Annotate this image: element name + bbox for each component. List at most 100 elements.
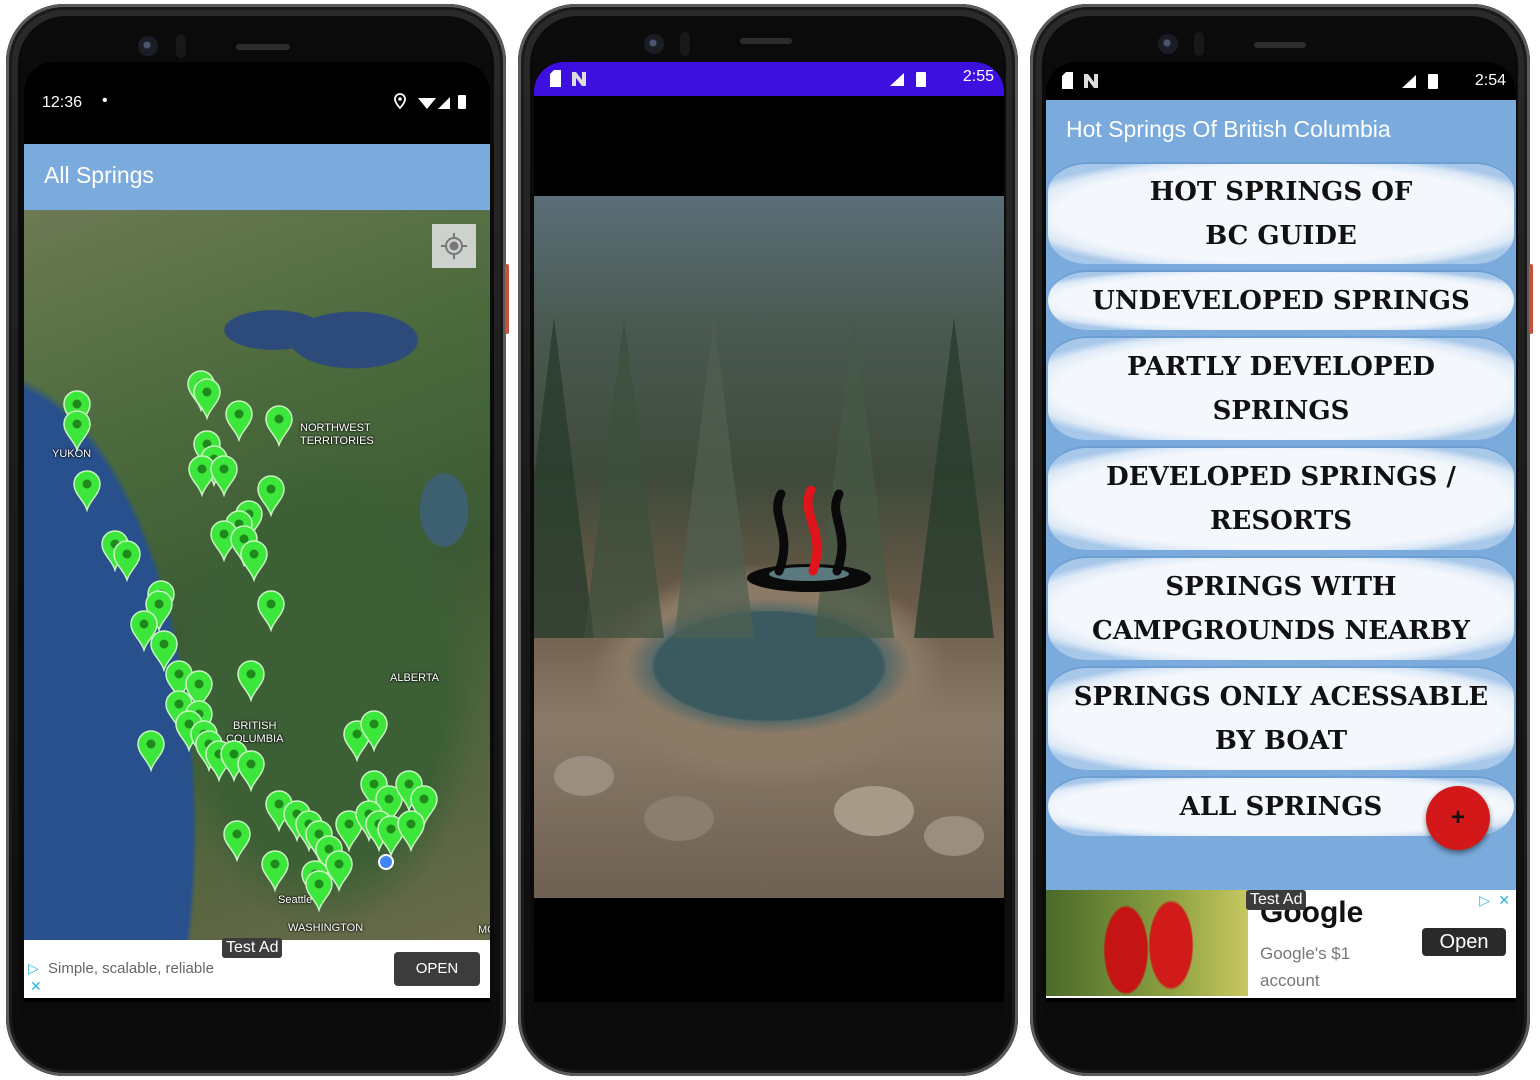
menu-item-undeveloped[interactable]: UNDEVELOPED SPRINGS bbox=[1048, 270, 1514, 330]
menu-item-label: SPRINGS ONLY ACESSABLE BY BOAT bbox=[1073, 682, 1489, 756]
front-camera bbox=[644, 34, 664, 54]
wifi-icon bbox=[418, 98, 436, 109]
sd-card-icon bbox=[550, 70, 561, 87]
spring-marker[interactable] bbox=[304, 870, 334, 912]
spring-marker[interactable] bbox=[256, 590, 286, 632]
front-camera bbox=[138, 36, 158, 56]
earpiece-speaker bbox=[236, 44, 290, 50]
tree bbox=[584, 318, 664, 638]
battery-charging-icon bbox=[1428, 74, 1438, 89]
rock bbox=[834, 786, 914, 836]
test-ad-tag: Test Ad bbox=[222, 938, 283, 958]
signal-icon bbox=[438, 97, 450, 109]
banner-ad[interactable]: Test Ad Google Google's $1 account ▷ ✕ O… bbox=[1046, 890, 1516, 998]
sensor bbox=[176, 34, 186, 58]
lte-signal-icon bbox=[890, 73, 904, 86]
rock bbox=[554, 756, 614, 796]
spring-marker[interactable] bbox=[264, 405, 294, 447]
spring-marker[interactable] bbox=[62, 410, 92, 452]
power-button bbox=[505, 264, 509, 334]
earpiece-speaker bbox=[1254, 42, 1306, 48]
ad-text: Simple, scalable, reliable bbox=[48, 960, 214, 977]
ad-close-icon[interactable]: ✕ bbox=[1498, 892, 1510, 909]
menu-item-guide[interactable]: HOT SPRINGS OF BC GUIDE bbox=[1048, 162, 1514, 264]
map-label-alberta: ALBERTA bbox=[390, 672, 440, 684]
map-label-montana: MO bbox=[478, 924, 490, 936]
menu-item-boat-access[interactable]: SPRINGS ONLY ACESSABLE BY BOAT bbox=[1048, 666, 1514, 770]
front-camera bbox=[1158, 34, 1178, 54]
status-icons bbox=[1402, 74, 1438, 89]
spring-marker[interactable] bbox=[359, 710, 389, 752]
menu-item-label: UNDEVELOPED SPRINGS bbox=[1092, 286, 1470, 316]
status-bar: 2:55 bbox=[534, 62, 1004, 96]
map-label-nwt: NORTHWEST TERRITORIES bbox=[300, 422, 374, 447]
screen: 2:55 bbox=[534, 62, 1004, 1002]
rock bbox=[924, 816, 984, 856]
spring-marker[interactable] bbox=[396, 810, 426, 852]
page-title: All Springs bbox=[44, 162, 154, 188]
adchoices-icon[interactable]: ▷ bbox=[28, 960, 39, 977]
status-icons bbox=[394, 93, 466, 110]
map-label-washington: WASHINGTON bbox=[288, 922, 364, 934]
spring-marker[interactable] bbox=[260, 850, 290, 892]
status-bar: 2:54 bbox=[1046, 62, 1516, 100]
nav-bar bbox=[1046, 998, 1516, 1002]
spring-marker[interactable] bbox=[224, 400, 254, 442]
sd-card-icon bbox=[1062, 72, 1073, 89]
hot-spring-photo bbox=[534, 196, 1004, 898]
nav-bar bbox=[534, 998, 1004, 1002]
battery-charging-icon bbox=[916, 72, 926, 87]
menu-list: HOT SPRINGS OF BC GUIDE UNDEVELOPED SPRI… bbox=[1046, 162, 1516, 842]
menu-item-developed[interactable]: DEVELOPED SPRINGS / RESORTS bbox=[1048, 446, 1514, 550]
status-bar: 12:36 • bbox=[24, 82, 490, 124]
screen: 12:36 • All Springs NORTHWEST TERRITORIE… bbox=[24, 62, 490, 1002]
spring-marker[interactable] bbox=[192, 378, 222, 420]
earpiece-speaker bbox=[740, 38, 792, 44]
spring-marker[interactable] bbox=[72, 470, 102, 512]
sensor bbox=[1194, 32, 1204, 56]
nfc-icon bbox=[1084, 74, 1098, 88]
add-fab-button[interactable]: + bbox=[1426, 786, 1490, 850]
phone-menu-screen: 2:54 Hot Springs Of British Columbia HOT… bbox=[1030, 4, 1533, 1076]
spring-marker[interactable] bbox=[236, 750, 266, 792]
phone-splash-screen: 2:55 bbox=[518, 4, 1018, 1076]
ad-close-icon[interactable]: ✕ bbox=[30, 978, 42, 995]
test-ad-tag: Test Ad bbox=[1246, 890, 1307, 910]
adchoices-icon[interactable]: ▷ bbox=[1479, 892, 1490, 909]
spring-marker[interactable] bbox=[236, 660, 266, 702]
location-icon bbox=[394, 93, 406, 110]
tree bbox=[914, 318, 994, 638]
ad-image-parrots bbox=[1046, 890, 1248, 996]
map-view[interactable]: NORTHWEST TERRITORIES YUKON ALBERTA BRIT… bbox=[24, 210, 490, 940]
banner-ad[interactable]: Test Ad ▷ ✕ Simple, scalable, reliable O… bbox=[24, 938, 490, 998]
app-bar: All Springs bbox=[24, 144, 490, 210]
my-location-button[interactable] bbox=[432, 224, 476, 268]
lte-signal-icon bbox=[1402, 75, 1416, 88]
menu-item-campgrounds[interactable]: SPRINGS WITH CAMPGROUNDS NEARBY bbox=[1048, 556, 1514, 660]
menu-item-label: DEVELOPED SPRINGS / RESORTS bbox=[1106, 462, 1456, 536]
spring-marker[interactable] bbox=[239, 540, 269, 582]
spring-marker[interactable] bbox=[112, 540, 142, 582]
spring-marker[interactable] bbox=[136, 730, 166, 772]
status-time: 2:54 bbox=[1474, 72, 1506, 89]
spring-marker[interactable] bbox=[209, 455, 239, 497]
main-panel: Hot Springs Of British Columbia HOT SPRI… bbox=[1046, 100, 1516, 890]
hot-spring-logo-icon bbox=[747, 486, 871, 592]
status-icons bbox=[890, 72, 926, 87]
nfc-icon bbox=[572, 72, 586, 86]
notification-icons bbox=[1062, 72, 1098, 89]
nav-bar bbox=[24, 998, 490, 1002]
spring-marker[interactable] bbox=[222, 820, 252, 862]
page-title: Hot Springs Of British Columbia bbox=[1066, 116, 1391, 142]
sensor bbox=[680, 32, 690, 56]
notification-dot: • bbox=[102, 92, 108, 109]
ad-open-button[interactable]: Open bbox=[1422, 928, 1506, 956]
menu-item-label: SPRINGS WITH CAMPGROUNDS NEARBY bbox=[1092, 572, 1470, 646]
ad-open-button[interactable]: OPEN bbox=[394, 952, 480, 986]
crosshair-icon bbox=[441, 233, 467, 259]
status-time: 2:55 bbox=[962, 68, 994, 85]
menu-item-label: PARTLY DEVELOPED SPRINGS bbox=[1127, 352, 1435, 426]
menu-item-partly-developed[interactable]: PARTLY DEVELOPED SPRINGS bbox=[1048, 336, 1514, 440]
status-time: 12:36 bbox=[42, 94, 83, 111]
menu-item-label: ALL SPRINGS bbox=[1179, 792, 1383, 822]
